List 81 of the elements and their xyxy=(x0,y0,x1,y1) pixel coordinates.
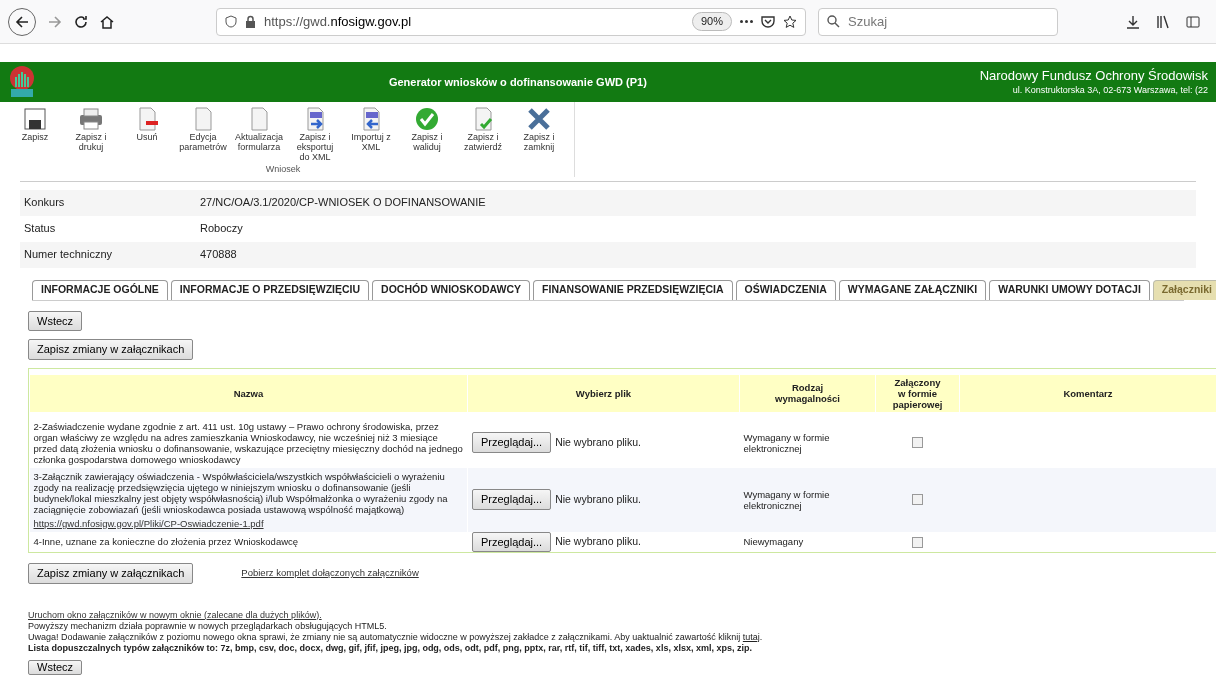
star-icon[interactable] xyxy=(783,14,797,29)
tab[interactable]: WARUNKI UMOWY DOTACJI xyxy=(989,279,1150,300)
tab[interactable]: WYMAGANE ZAŁĄCZNIKI xyxy=(838,279,987,300)
lock-icon xyxy=(245,15,256,28)
save-changes-button[interactable]: Zapisz zmiany w załącznikach xyxy=(28,339,194,360)
toolbar-button[interactable]: Aktualizacja formularza xyxy=(232,106,286,162)
toolbar-group-label: Wniosek xyxy=(265,163,301,176)
browse-button[interactable]: Przeglądaj... xyxy=(472,489,552,510)
attachment-link[interactable]: https://gwd.nfosigw.gov.pl/Pliki/CP-Oswiadczenie-1.pdf xyxy=(33,517,463,529)
file-status: Nie wybrano pliku. xyxy=(555,491,641,507)
info-value: Roboczy xyxy=(200,221,243,237)
attachment-name: 3-Załącznik zawierający oświadczenia - Współwłaściciela/wszystkich współwłaścicieli o wyrażeniu zgody na realizację przedsięwzięcia ujętego w niniejszym wniosku o dofinansowanie (jeśli budynek/lokal mieszkalny jest objęty współwłasnością) i/lub Współmałżonka o wyrażeniu zgody na zaciągnięcie zobowiazań (jeśli wnioskodawca posiada ustawową wspólność majątkową) xyxy=(33,470,449,515)
tab[interactable]: OŚWIADCZENIA xyxy=(735,279,836,300)
info-label: Numer techniczny xyxy=(24,247,114,263)
allowed-types-text: Lista dopuszczalnych typów załączników to: 7z, bmp, csv, doc, docx, dwg, gif, jfif, jpeg, jpg, odg, ods, odt, pdf, png, pptx, rar, rtf, tif, tiff, txt, xades, xls, xlsx, xml, xps, zip. xyxy=(28,642,753,654)
reload-icon[interactable] xyxy=(74,14,88,29)
check-circle-icon xyxy=(414,106,440,132)
pocket-icon[interactable] xyxy=(761,15,775,28)
column-header: Załączony w formie papierowej xyxy=(875,371,960,415)
column-header: Rodzaj wymagalności xyxy=(739,371,876,415)
attachment-name: 2-Zaświadczenie wydane zgodnie z art. 411 ust. 10g ustawy – Prawo ochrony środowiska, przez organ właściwy ze względu na adres zamieszkania Wnioskodawcy, nie wcześniej niż 3 miesiące przed datą złożenia wniosku o dofinansowanie, wskazujące przeciętny miesięczny dochód na jednego członka gospodarstwa domowego wnioskodawcy xyxy=(33,420,463,465)
back-arrow-icon xyxy=(15,14,29,29)
app-title: Generator wniosków o dofinansowanie GWD (P1) xyxy=(387,74,648,90)
paper-checkbox[interactable] xyxy=(912,494,923,506)
tab[interactable]: Załączniki xyxy=(1152,279,1216,300)
paper-checkbox[interactable] xyxy=(912,437,923,449)
home-icon[interactable] xyxy=(100,14,114,29)
column-header: Wybierz plik xyxy=(467,371,740,415)
toolbar-button[interactable]: Zapisz xyxy=(8,106,62,162)
organization-address: ul. Konstruktorska 3A, 02-673 Warszawa, tel: (22 xyxy=(1012,84,1208,96)
download-icon[interactable] xyxy=(1126,14,1140,29)
toolbar-button[interactable]: Edycja parametrów xyxy=(176,106,230,162)
file-status: Nie wybrano pliku. xyxy=(555,533,641,549)
column-header: Nazwa xyxy=(29,371,468,415)
column-header: Komentarz xyxy=(959,371,1216,415)
info-label: Status xyxy=(24,221,57,237)
info-value: 27/NC/OA/3.1/2020/CP-WNIOSEK O DOFINANSOWANIE xyxy=(200,195,486,211)
save-changes-button[interactable]: Zapisz zmiany w załącznikach xyxy=(28,563,194,584)
info-label: Konkurs xyxy=(24,195,66,211)
search-icon xyxy=(827,15,840,28)
floppy-icon xyxy=(22,106,48,132)
toolbar-button[interactable]: Zapisz i zatwierdź xyxy=(456,106,510,162)
requirement-text: Wymagany w formie elektronicznej xyxy=(743,488,831,511)
toolbar-button[interactable]: Importuj z XML xyxy=(344,106,398,162)
download-all-link[interactable]: Pobierz komplet dołączonych załączników xyxy=(241,566,419,581)
toolbar-button[interactable]: Zapisz i eksportuj do XML xyxy=(288,106,342,162)
shield-icon xyxy=(225,15,237,28)
sidebar-icon[interactable] xyxy=(1186,14,1200,29)
requirement-text: Wymagany w formie elektronicznej xyxy=(743,431,831,454)
close-icon xyxy=(526,106,552,132)
new-window-link[interactable]: Uruchom okno załączników w nowym oknie (zalecane dla dużych plików). xyxy=(28,609,322,621)
organization-name: Narodowy Fundusz Ochrony Środowisk xyxy=(979,68,1208,85)
more-icon[interactable] xyxy=(740,20,753,23)
paper-checkbox[interactable] xyxy=(912,536,923,548)
requirement-text: Niewymagany xyxy=(743,536,805,548)
address-bar[interactable]: https://gwd.nfosigw.gov.pl 90% xyxy=(216,7,806,36)
html5-note: Powyższy mechanizm działa poprawnie w nowych przeglądarkach obsługujących HTML5. xyxy=(28,620,388,632)
browse-button[interactable]: Przeglądaj... xyxy=(472,432,552,453)
back-button[interactable]: Wstecz xyxy=(28,659,83,675)
refresh-link[interactable]: tutaj xyxy=(742,631,760,642)
printer-icon xyxy=(78,106,104,132)
warning-text: Uwaga! Dodawanie załączników z poziomu nowego okna sprawi, że zmiany nie są automatycznie widoczne w powyższej zakładce z załącznikami. Aby uaktualnić zawartość kliknij tutaj. xyxy=(28,631,764,643)
tab[interactable]: INFORMACJE OGÓLNE xyxy=(32,279,168,300)
toolbar-button[interactable]: Zapisz i drukuj xyxy=(64,106,118,162)
browse-button[interactable]: Przeglądaj... xyxy=(472,531,552,552)
url-text: https://gwd.nfosigw.gov.pl xyxy=(264,12,412,31)
tab[interactable]: INFORMACJE O PRZEDSIĘWZIĘCIU xyxy=(170,279,370,300)
logo-icon xyxy=(8,65,36,99)
back-button[interactable]: Wstecz xyxy=(28,310,83,331)
info-value: 470888 xyxy=(200,247,237,263)
toolbar-button[interactable]: Zapisz i zamknij xyxy=(512,106,566,162)
zoom-badge[interactable]: 90% xyxy=(691,12,732,31)
toolbar-button[interactable]: Usuń xyxy=(120,106,174,162)
file-status: Nie wybrano pliku. xyxy=(555,434,641,450)
attachment-name: 4-Inne, uznane za konieczne do złożenia przez Wnioskodawcę xyxy=(33,536,300,548)
library-icon[interactable] xyxy=(1156,14,1170,29)
toolbar-button[interactable]: Zapisz i waliduj xyxy=(400,106,454,162)
tab[interactable]: DOCHÓD WNIOSKODAWCY xyxy=(372,279,531,300)
tab[interactable]: FINANSOWANIE PRZEDSIĘWZIĘCIA xyxy=(533,279,733,300)
forward-arrow-icon[interactable] xyxy=(48,14,62,29)
search-field[interactable]: Szukaj xyxy=(818,7,1058,36)
